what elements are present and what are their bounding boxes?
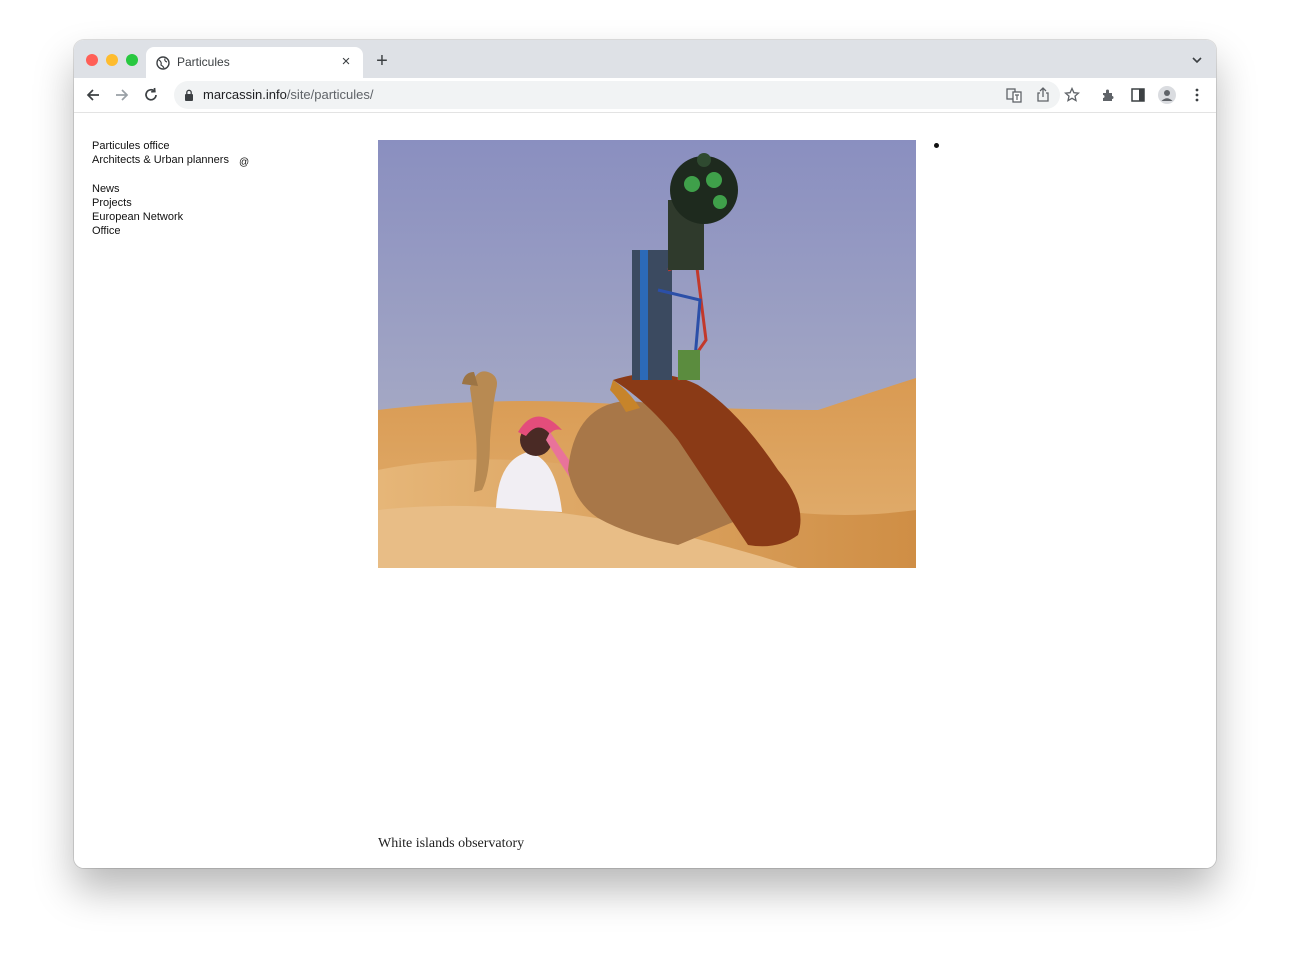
extensions-icon[interactable] (1100, 87, 1116, 103)
plus-icon[interactable]: + (372, 51, 392, 71)
camel-desert-photo (378, 140, 916, 568)
translate-icon[interactable] (1006, 87, 1022, 103)
url-text: marcassin.info/site/particules/ (203, 87, 374, 102)
nav-item-projects[interactable]: Projects (92, 196, 262, 210)
chevron-down-icon[interactable] (1190, 54, 1204, 66)
close-icon[interactable]: × (337, 53, 355, 71)
site-sidebar: Particules office Architects & Urban pla… (92, 139, 262, 238)
page-content: Particules office Architects & Urban pla… (74, 113, 1216, 868)
globe-icon (156, 56, 170, 70)
kebab-menu-icon[interactable] (1189, 87, 1205, 103)
tab-particules[interactable]: Particules × (146, 47, 363, 78)
site-name[interactable]: Particules office (92, 139, 262, 153)
bullet-marker (934, 143, 939, 148)
forward-arrow-icon[interactable] (113, 86, 131, 104)
reload-icon[interactable] (142, 86, 160, 104)
browser-window: Particules × + marcassin.info/site/parti… (74, 40, 1216, 868)
url-host: marcassin.info (203, 87, 287, 102)
project-image[interactable] (378, 140, 916, 568)
share-icon[interactable] (1035, 87, 1051, 103)
browser-toolbar: marcassin.info/site/particules/ (74, 78, 1216, 113)
tab-strip: Particules × + (74, 40, 1216, 78)
profile-icon[interactable] (1158, 86, 1176, 104)
minimize-window-button[interactable] (106, 54, 118, 66)
nav-item-european-network[interactable]: European Network (92, 210, 262, 224)
contact-at-link[interactable]: @ (239, 157, 249, 168)
address-bar[interactable]: marcassin.info/site/particules/ (174, 81, 1060, 109)
site-tagline: Architects & Urban planners (92, 154, 229, 166)
nav-item-news[interactable]: News (92, 182, 262, 196)
lock-icon[interactable] (184, 89, 194, 101)
zoom-window-button[interactable] (126, 54, 138, 66)
side-panel-icon[interactable] (1130, 87, 1146, 103)
back-arrow-icon[interactable] (84, 86, 102, 104)
close-window-button[interactable] (86, 54, 98, 66)
nav-item-office[interactable]: Office (92, 224, 262, 238)
tab-title: Particules (177, 55, 230, 69)
bookmark-star-icon[interactable] (1064, 87, 1080, 103)
image-caption: White islands observatory (378, 836, 525, 851)
url-path: /site/particules/ (286, 87, 374, 102)
